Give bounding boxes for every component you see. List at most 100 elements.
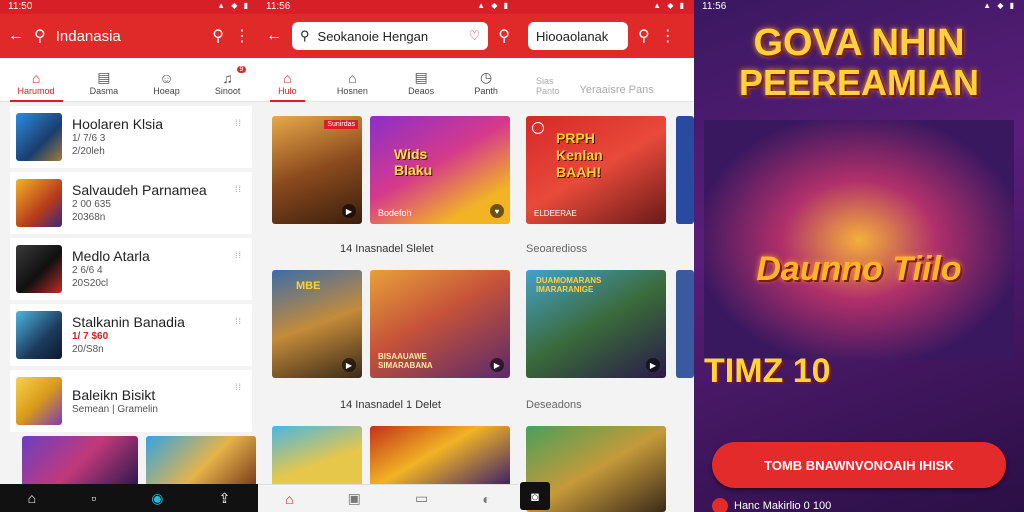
clock-icon: ◷ xyxy=(479,69,493,85)
back-arrow-icon[interactable]: ← xyxy=(8,27,24,45)
search-icon[interactable]: ⚲ xyxy=(638,26,650,46)
tab-dasma[interactable]: ▤ Dasma xyxy=(90,69,119,101)
tab-hulo[interactable]: ⌂ Hulo xyxy=(270,70,304,102)
tab-hosnen[interactable]: ⌂ Hosnen xyxy=(337,70,368,101)
game-tile[interactable]: BISAAUAWE SIMARABANA ▶ xyxy=(370,270,510,378)
more-vert-icon[interactable]: ⋮ xyxy=(234,26,250,46)
tab-bar: ⌂ Hulo ⌂ Hosnen ▤ Deaos ◷ Panth xyxy=(258,58,518,102)
hero-subtitle: Daunno Tiilo xyxy=(756,250,962,288)
play-icon[interactable]: ▶ xyxy=(490,358,504,372)
game-thumbnail xyxy=(16,179,62,227)
tile-badge: Sunirdas xyxy=(324,120,358,129)
search-input[interactable]: Hiooaolanak xyxy=(528,22,628,50)
tab-label: Harumod xyxy=(17,86,55,96)
tile-title: Wids Blaku xyxy=(394,146,433,178)
cta-button[interactable]: TOMB BNAWNVONOAIH IHISK xyxy=(712,442,1006,488)
status-icons: ▲ ◆ ▮ xyxy=(477,1,510,10)
game-tile[interactable] xyxy=(676,270,694,378)
game-tile[interactable]: DUAMOMARANS IMARARANIGE ▶ xyxy=(526,270,666,378)
search-icon: ⚲ xyxy=(300,28,310,43)
game-thumbnail xyxy=(16,311,62,359)
game-thumbnail[interactable] xyxy=(22,436,138,486)
pin-icon[interactable]: ⚲ xyxy=(498,26,510,46)
app-bar: ← ⚲ Seokanoie Hengan ♡ ⚲ xyxy=(258,14,518,58)
app-bar: ← ⚲ Indanasia ⚲ ⋮ xyxy=(0,14,258,58)
game-tile[interactable]: MBE ▶ xyxy=(272,270,362,378)
search-icon[interactable]: ⚲ xyxy=(34,26,46,46)
home-icon[interactable]: ⌂ xyxy=(285,491,293,507)
item-info: 2/20leh xyxy=(72,146,105,157)
tile-title: BISAAUAWE SIMARABANA xyxy=(378,352,433,370)
item-info: 20S20cl xyxy=(72,278,109,289)
item-name: Hoolaren Klsia xyxy=(72,116,164,132)
tab-hoeap[interactable]: ☺ Hoeap xyxy=(153,70,180,101)
bottom-nav: ⌂ ▣ ▭ ◐ xyxy=(258,484,518,512)
drag-handle-icon[interactable]: ⁞⁞ xyxy=(235,118,242,128)
game-thumbnail[interactable] xyxy=(146,436,256,486)
search-input[interactable]: ⚲ Seokanoie Hengan ♡ xyxy=(292,22,489,50)
person-icon: ☺ xyxy=(159,70,174,86)
home-icon[interactable]: ⌂ xyxy=(28,490,36,506)
tab-deaos[interactable]: ▤ Deaos xyxy=(408,69,434,101)
game-tile[interactable]: Wids Blaku Bodefoh ♥ xyxy=(370,116,510,224)
heart-icon[interactable]: ♥ xyxy=(490,204,504,218)
circle-icon[interactable]: ◉ xyxy=(151,490,163,507)
promo-tile[interactable]: PRPH Kenlan BAAH! ELDEERAE xyxy=(526,116,666,224)
notification-badge: 9 xyxy=(236,66,247,73)
tab-yeraaisre[interactable]: Yeraaisre Pans xyxy=(580,84,654,101)
square-icon[interactable]: ▫ xyxy=(91,490,96,506)
house-icon: ⌂ xyxy=(348,70,357,86)
list-item[interactable]: Medlo Atarla 2 6/6 4 20S20cl ⁞⁞ xyxy=(10,238,252,300)
status-icons: ▲ ◆ ▮ xyxy=(983,1,1016,10)
tab-sias[interactable]: Sias Panto xyxy=(536,76,560,101)
drag-handle-icon[interactable]: ⁞⁞ xyxy=(235,250,242,260)
avatar xyxy=(712,498,728,512)
item-name: Salvaudeh Parnamea xyxy=(72,182,207,198)
tab-sinoot[interactable]: ♫ 9 Sinoot xyxy=(215,66,247,101)
status-time: 11:56 xyxy=(702,1,727,12)
list-item[interactable]: Baleikn Bisikt Semean | Gramelin ⁞⁞ xyxy=(10,370,252,432)
item-info: 20368n xyxy=(72,212,106,223)
play-icon[interactable]: ▶ xyxy=(646,358,660,372)
list-item[interactable]: Hoolaren Klsia 1/ 7/6 3 2/20leh ⁞⁞ xyxy=(10,106,252,168)
drag-handle-icon[interactable]: ⁞⁞ xyxy=(235,184,242,194)
home-icon: ⌂ xyxy=(31,70,41,86)
user-upload-icon[interactable]: ⇪ xyxy=(219,490,231,507)
list-icon: ▤ xyxy=(97,69,111,85)
play-icon[interactable]: ▶ xyxy=(342,204,356,218)
section-title: 14 Inasnadel 1 Delet xyxy=(340,399,441,411)
app-bar: Hiooaolanak ⚲ ⋮ xyxy=(518,14,694,58)
hero-banner: 11:56 ▲ ◆ ▮ GOVA NHIN PEEREAMIAN Daunno T… xyxy=(694,0,1024,512)
camera-icon[interactable]: ◙ xyxy=(520,482,550,510)
game-tile[interactable]: Sunirdas ▶ xyxy=(272,116,362,224)
folder-icon[interactable]: ▭ xyxy=(415,490,428,507)
back-arrow-icon[interactable]: ← xyxy=(266,27,282,45)
game-tile[interactable] xyxy=(370,426,510,486)
play-icon[interactable]: ▶ xyxy=(342,358,356,372)
tab-label: Sias Panto xyxy=(536,76,560,96)
heart-icon[interactable]: ♡ xyxy=(469,28,481,44)
image-icon[interactable]: ▣ xyxy=(348,490,361,507)
game-tile[interactable] xyxy=(272,426,362,486)
tab-label: Hoeap xyxy=(153,86,180,96)
search-icon[interactable]: ⚲ xyxy=(212,26,224,46)
list-item[interactable]: Stalkanin Banadia 1/ 7 $60 20/S8n ⁞⁞ xyxy=(10,304,252,366)
game-tile[interactable] xyxy=(676,116,694,224)
game-thumbnail xyxy=(16,245,62,293)
tab-harumod[interactable]: ⌂ Harumod xyxy=(9,70,63,102)
status-bar: ▲ ◆ ▮ xyxy=(518,0,694,14)
status-time: 11:56 xyxy=(266,1,291,12)
tab-panth[interactable]: ◷ Panth xyxy=(474,69,498,101)
item-info: 1/ 7/6 3 xyxy=(72,133,106,144)
tab-bar: Sias Panto Yeraaisre Pans xyxy=(518,58,694,102)
chat-icon[interactable]: ◐ xyxy=(482,491,490,507)
list-item[interactable]: Salvaudeh Parnamea 2 00 635 20368n ⁞⁞ xyxy=(10,172,252,234)
promo-tag: ELDEERAE xyxy=(534,209,577,218)
item-info: 2 6/6 4 xyxy=(72,265,103,276)
more-vert-icon[interactable]: ⋮ xyxy=(660,26,676,46)
tile-title: MBE xyxy=(296,280,321,292)
info-icon xyxy=(532,122,544,134)
hero-title-line2: PEEREAMIAN xyxy=(738,62,980,103)
drag-handle-icon[interactable]: ⁞⁞ xyxy=(235,316,242,326)
drag-handle-icon[interactable]: ⁞⁞ xyxy=(235,382,242,392)
